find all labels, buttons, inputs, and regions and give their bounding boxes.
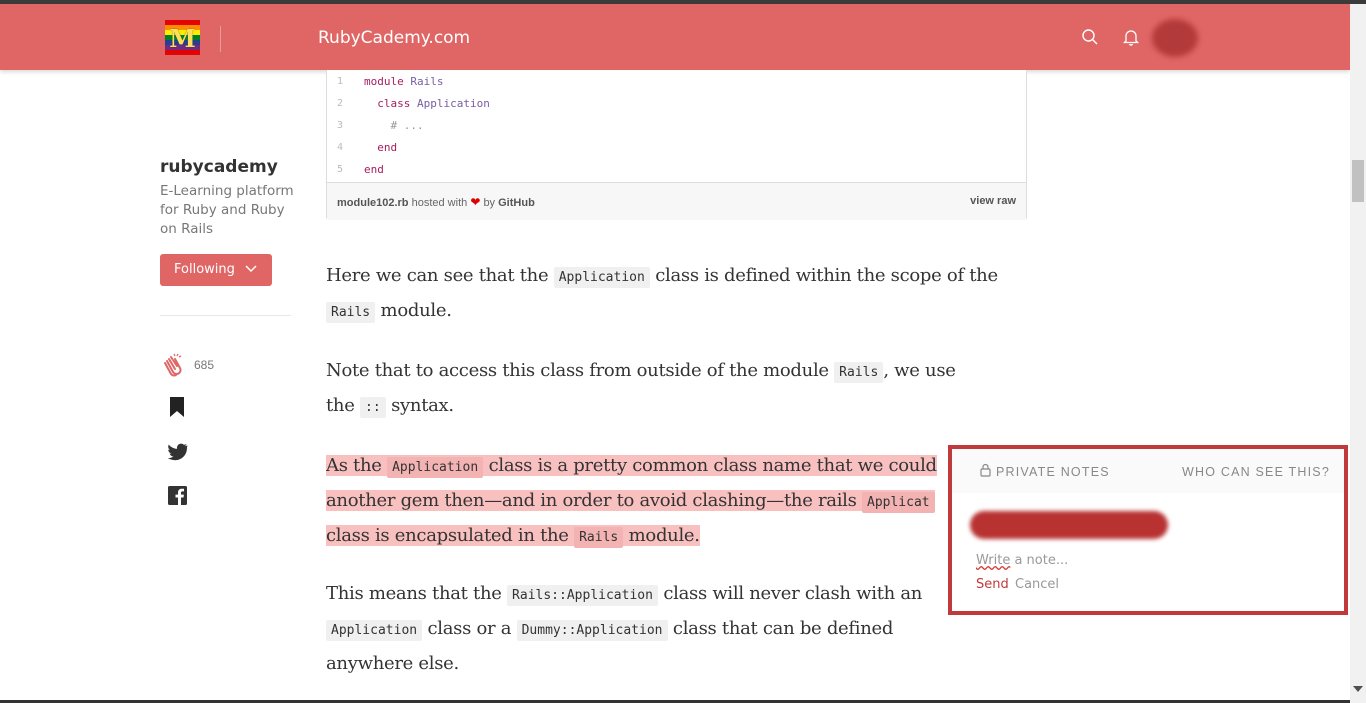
article-paragraph: Note that to access this class from outs…: [326, 360, 956, 418]
cancel-button[interactable]: Cancel: [1015, 577, 1059, 592]
inline-code: Rails: [574, 527, 624, 548]
who-can-see-link[interactable]: WHO CAN SEE THIS?: [1182, 465, 1330, 479]
heart-icon: ❤: [470, 195, 481, 209]
scroll-down-arrow-icon[interactable]: [1353, 686, 1363, 692]
inline-code: Dummy::Application: [516, 620, 668, 641]
search-icon[interactable]: [1081, 28, 1099, 46]
github-link[interactable]: GitHub: [498, 197, 535, 209]
site-title-link[interactable]: RubyCademy.com: [318, 28, 470, 48]
code-line: 2 class Application: [337, 97, 490, 110]
following-label: Following: [174, 262, 235, 277]
sidebar-divider: [160, 315, 291, 316]
inline-code: Rails: [326, 302, 376, 323]
article-paragraph: This means that the Rails::Application c…: [326, 583, 923, 674]
inline-code: Application: [553, 267, 650, 288]
author-name[interactable]: rubycademy: [160, 157, 278, 177]
note-author: [970, 511, 1168, 539]
private-notes-header: PRIVATE NOTES WHO CAN SEE THIS?: [952, 449, 1344, 493]
scrollbar[interactable]: [1350, 4, 1366, 703]
author-description: E-Learning platform for Ruby and Ruby on…: [160, 183, 294, 237]
view-raw-link[interactable]: view raw: [970, 195, 1016, 207]
gist-file-link[interactable]: module102.rb: [337, 197, 409, 209]
inline-code: Rails: [834, 362, 884, 383]
bookmark-icon[interactable]: [169, 396, 185, 418]
inline-code: Application: [326, 620, 423, 641]
scrollbar-thumb[interactable]: [1352, 160, 1364, 202]
gist-embed: 1 module Rails 2 class Application 3 # .…: [326, 70, 1027, 220]
site-header: M RubyCademy.com: [0, 4, 1350, 70]
code-line: 4 end: [337, 141, 398, 154]
article-paragraph: Here we can see that the Application cla…: [326, 265, 998, 323]
private-notes-title: PRIVATE NOTES: [996, 465, 1110, 479]
clap-count: 685: [194, 358, 215, 372]
header-divider: [220, 26, 221, 52]
site-logo[interactable]: M: [165, 20, 200, 55]
following-button[interactable]: Following: [160, 254, 272, 286]
facebook-icon[interactable]: [168, 486, 187, 505]
chevron-down-icon: [245, 265, 257, 273]
inline-code: Applicat: [862, 492, 935, 513]
lock-icon: [980, 463, 991, 477]
user-avatar[interactable]: [1152, 19, 1198, 57]
code-line: 3 # ...: [337, 119, 424, 132]
inline-code: Rails::Application: [507, 585, 658, 606]
code-line: 5 end: [337, 163, 384, 176]
logo-letter: M: [169, 24, 196, 53]
inline-code: Application: [387, 457, 484, 478]
note-input[interactable]: Write a note...: [976, 553, 1068, 568]
inline-code: ::: [360, 397, 386, 418]
gist-footer: module102.rb hosted with ❤ by GitHub vie…: [327, 182, 1026, 220]
code-line: 1 module Rails: [337, 75, 444, 88]
clap-icon[interactable]: [160, 352, 186, 378]
private-notes-panel: PRIVATE NOTES WHO CAN SEE THIS? Write a …: [948, 445, 1348, 615]
bell-icon[interactable]: [1122, 28, 1140, 46]
send-button[interactable]: Send: [976, 577, 1009, 592]
twitter-icon[interactable]: [167, 443, 188, 461]
highlighted-paragraph[interactable]: As the Application class is a pretty com…: [326, 449, 956, 548]
